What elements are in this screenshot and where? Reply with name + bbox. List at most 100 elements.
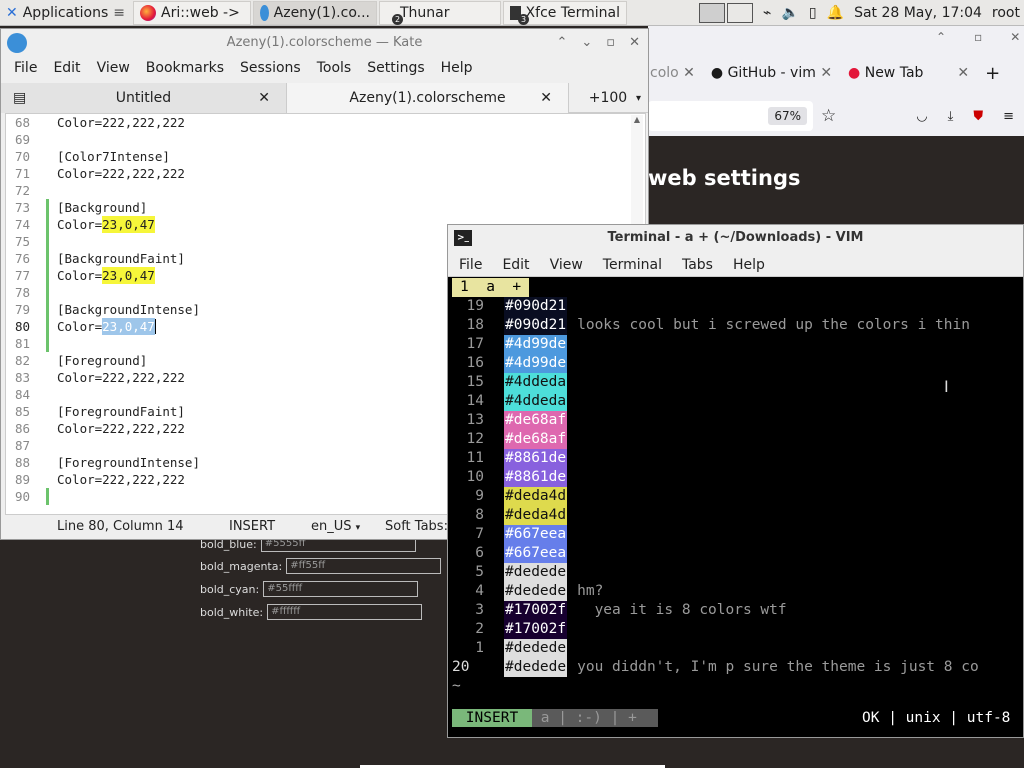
- vim-line[interactable]: 4 #dedede hm?: [452, 582, 1024, 601]
- volume-icon[interactable]: 🔈: [781, 5, 798, 21]
- vim-line[interactable]: 14 #4ddeda: [452, 392, 1024, 411]
- menu-file[interactable]: File: [459, 257, 482, 273]
- vim-line[interactable]: 6 #667eea: [452, 544, 1024, 563]
- vim-line[interactable]: 2 #17002f: [452, 620, 1024, 639]
- vim-line[interactable]: 20 #dedede you diddn't, I'm p sure the the…: [452, 658, 1024, 677]
- vim-statusline: INSERT a | :-) | + OK | unix | utf-8: [448, 709, 1023, 737]
- color-swatch-code: #de68af: [504, 430, 568, 449]
- close-icon[interactable]: ✕: [629, 29, 640, 57]
- vim-line[interactable]: 5 #dedede: [452, 563, 1024, 582]
- tab-new-tab[interactable]: ● New Tab ✕: [848, 65, 969, 81]
- bold-white-input[interactable]: #ffffff: [267, 604, 423, 620]
- tab-colo[interactable]: colo ✕: [650, 65, 695, 81]
- menu-help[interactable]: Help: [733, 257, 765, 273]
- minimize-icon[interactable]: ⌃: [936, 30, 946, 44]
- menu-bookmarks[interactable]: Bookmarks: [146, 60, 224, 76]
- vim-line[interactable]: 8 #deda4d: [452, 506, 1024, 525]
- battery-icon[interactable]: ▯: [809, 5, 817, 21]
- modified-marker: [46, 386, 49, 403]
- line-text: [BackgroundIntense]: [57, 302, 200, 317]
- vim-buffer[interactable]: 1 a + 19 #090d21 18 #090d21 looks cool but i…: [452, 277, 1024, 709]
- line-text: Color=: [57, 319, 103, 334]
- vim-line[interactable]: 11 #8861de: [452, 449, 1024, 468]
- menu-view[interactable]: View: [550, 257, 583, 273]
- modified-marker: [46, 250, 49, 267]
- code-line[interactable]: 69: [6, 131, 645, 148]
- download-icon[interactable]: ⤓: [948, 109, 954, 124]
- bookmark-star-icon[interactable]: ☆: [821, 106, 836, 126]
- task-button-thunar[interactable]: 2 Thunar: [379, 0, 501, 25]
- task-button-kate[interactable]: Azeny(1).co...: [253, 0, 377, 25]
- code-line[interactable]: 68 Color=222,222,222: [6, 114, 645, 131]
- applications-menu-button[interactable]: ✕ Applications ≡: [0, 1, 131, 25]
- tab-untitled[interactable]: ▤ Untitled ✕: [1, 83, 287, 113]
- maximize-icon[interactable]: ▫: [974, 30, 982, 44]
- vim-line[interactable]: 12 #de68af: [452, 430, 1024, 449]
- menu-help[interactable]: Help: [441, 60, 473, 76]
- menu-tabs[interactable]: Tabs: [682, 257, 713, 273]
- vim-line[interactable]: 18 #090d21 looks cool but i screwed up the…: [452, 316, 1024, 335]
- code-line[interactable]: 73 [Background]: [6, 199, 645, 216]
- tab-more[interactable]: +100 ▾: [569, 83, 647, 113]
- menu-edit[interactable]: Edit: [502, 257, 529, 273]
- input-mode[interactable]: INSERT: [229, 519, 311, 534]
- task-button-firefox[interactable]: Ari::web ->: [133, 0, 251, 25]
- indentation[interactable]: Soft Tabs:: [385, 519, 448, 534]
- vim-line[interactable]: 19 #090d21: [452, 297, 1024, 316]
- collapse-icon[interactable]: ⌄: [581, 29, 592, 57]
- menu-edit[interactable]: Edit: [53, 60, 80, 76]
- close-tab-icon[interactable]: ✕: [258, 90, 270, 106]
- vim-line[interactable]: 16 #4d99de: [452, 354, 1024, 373]
- line-number: 83: [14, 370, 30, 385]
- code-line[interactable]: 70 [Color7Intense]: [6, 148, 645, 165]
- kate-icon: [7, 33, 27, 53]
- notification-icon[interactable]: 🔔: [827, 5, 844, 21]
- network-icon[interactable]: ⌁: [763, 5, 771, 21]
- minimize-icon[interactable]: ⌃: [556, 29, 567, 57]
- vim-tabline[interactable]: 1 a +: [452, 278, 530, 297]
- bold-magenta-input[interactable]: #ff55ff: [286, 558, 442, 574]
- close-tab-icon[interactable]: ✕: [540, 90, 552, 106]
- bold-cyan-input[interactable]: #55ffff: [263, 581, 419, 597]
- cursor-position[interactable]: Line 80, Column 14: [57, 519, 229, 534]
- menu-tools[interactable]: Tools: [317, 60, 352, 76]
- menu-file[interactable]: File: [14, 60, 37, 76]
- code-line[interactable]: 72: [6, 182, 645, 199]
- hamburger-menu-icon[interactable]: ≡: [1003, 109, 1014, 124]
- code-line[interactable]: 71 Color=222,222,222: [6, 165, 645, 182]
- vim-line[interactable]: 15 #4ddeda: [452, 373, 1024, 392]
- language[interactable]: en_US ▾: [311, 519, 385, 534]
- vim-line[interactable]: 3 #17002f yea it is 8 colors wtf: [452, 601, 1024, 620]
- url-bar[interactable]: 67%: [648, 101, 813, 131]
- user-label[interactable]: root: [992, 5, 1020, 21]
- tab-colorscheme[interactable]: Azeny(1).colorscheme ✕: [287, 83, 569, 113]
- terminal-icon: >_: [454, 230, 472, 246]
- modified-marker: [46, 318, 49, 335]
- vim-line[interactable]: 9 #deda4d: [452, 487, 1024, 506]
- pocket-icon[interactable]: ◡: [916, 109, 927, 124]
- maximize-icon[interactable]: ▫: [606, 29, 615, 57]
- vim-line-number: 2: [475, 621, 484, 637]
- vim-line[interactable]: 17 #4d99de: [452, 335, 1024, 354]
- clock[interactable]: Sat 28 May, 17:04: [854, 5, 982, 21]
- menu-terminal[interactable]: Terminal: [603, 257, 662, 273]
- close-icon[interactable]: ✕: [1010, 30, 1020, 44]
- vim-line[interactable]: 7 #667eea: [452, 525, 1024, 544]
- line-number: 74: [14, 217, 30, 232]
- tab-github[interactable]: ● GitHub - vim ✕: [711, 65, 832, 81]
- menu-sessions[interactable]: Sessions: [240, 60, 301, 76]
- vim-line[interactable]: 10 #8861de: [452, 468, 1024, 487]
- vim-line[interactable]: 13 #de68af: [452, 411, 1024, 430]
- ublock-icon[interactable]: ⛊: [973, 109, 983, 124]
- menu-view[interactable]: View: [97, 60, 130, 76]
- vim-comment-text: hm?: [577, 583, 604, 599]
- zoom-level[interactable]: 67%: [768, 107, 807, 125]
- menu-settings[interactable]: Settings: [367, 60, 424, 76]
- vim-line[interactable]: 1 #dedede: [452, 639, 1024, 658]
- new-tab-button[interactable]: +: [985, 63, 1000, 84]
- color-swatch-code: #667eea: [504, 544, 568, 563]
- task-button-terminal[interactable]: 3 Xfce Terminal: [503, 0, 627, 25]
- workspace-switcher[interactable]: [699, 2, 754, 23]
- terminal-titlebar: >_ Terminal - a + (~/Downloads) - VIM: [448, 225, 1023, 253]
- modified-marker: [46, 335, 49, 352]
